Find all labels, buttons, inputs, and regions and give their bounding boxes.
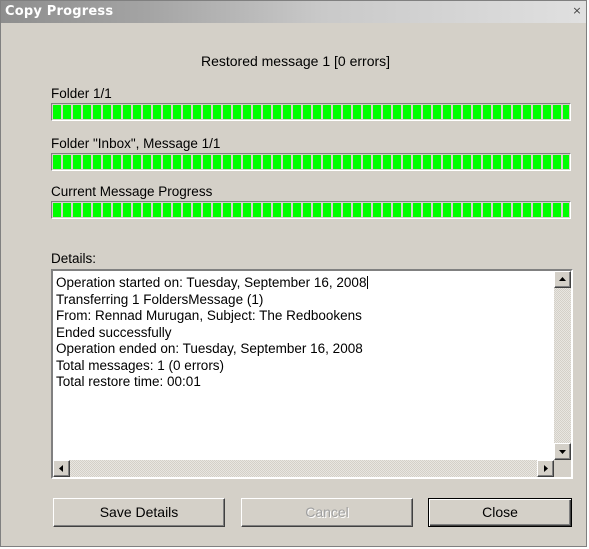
details-line: Transferring 1 FoldersMessage (1)	[56, 291, 264, 307]
close-icon[interactable]: ×	[570, 4, 584, 18]
arrow-right-icon[interactable]	[537, 460, 554, 477]
details-line: Operation started on: Tuesday, September…	[56, 275, 546, 292]
arrow-left-icon[interactable]	[53, 460, 70, 477]
details-line: Ended successfully	[56, 324, 172, 340]
details-line: Total restore time: 00:01	[56, 374, 201, 389]
vertical-scrollbar[interactable]	[554, 271, 571, 460]
current-message-progress-label: Current Message Progress	[51, 184, 213, 199]
details-line: Operation ended on: Tuesday, September 1…	[56, 341, 363, 356]
details-line: Total messages: 1 (0 errors)	[56, 357, 225, 373]
message-progress-fill	[53, 155, 569, 169]
details-line-text: Operation started on: Tuesday, September…	[56, 275, 367, 290]
title-bar[interactable]: Copy Progress ×	[1, 1, 586, 23]
horizontal-scrollbar[interactable]	[53, 460, 554, 477]
current-message-progress-fill	[53, 203, 569, 217]
message-progress-label: Folder "Inbox", Message 1/1	[51, 136, 221, 151]
current-message-progress-bar	[51, 201, 571, 219]
folder-progress-bar	[51, 103, 571, 121]
window-title: Copy Progress	[5, 4, 114, 19]
text-caret	[367, 276, 369, 289]
arrow-up-icon[interactable]	[554, 271, 571, 288]
details-textarea[interactable]: Operation started on: Tuesday, September…	[51, 269, 573, 479]
folder-progress-fill	[53, 105, 569, 119]
cancel-button[interactable]: Cancel	[241, 498, 413, 527]
copy-progress-dialog: Copy Progress × Restored message 1 [0 er…	[0, 0, 587, 547]
close-button[interactable]: Close	[428, 498, 572, 527]
status-headline: Restored message 1 [0 errors]	[200, 53, 391, 69]
details-log[interactable]: Operation started on: Tuesday, September…	[56, 275, 546, 459]
details-line: From: Rennad Murugan, Subject: The Redbo…	[56, 308, 362, 323]
message-progress-bar	[51, 153, 571, 171]
save-details-button[interactable]: Save Details	[53, 498, 225, 527]
scrollbar-corner	[554, 460, 571, 477]
folder-progress-label: Folder 1/1	[51, 86, 112, 101]
arrow-down-icon[interactable]	[554, 443, 571, 460]
details-label: Details:	[51, 251, 97, 266]
